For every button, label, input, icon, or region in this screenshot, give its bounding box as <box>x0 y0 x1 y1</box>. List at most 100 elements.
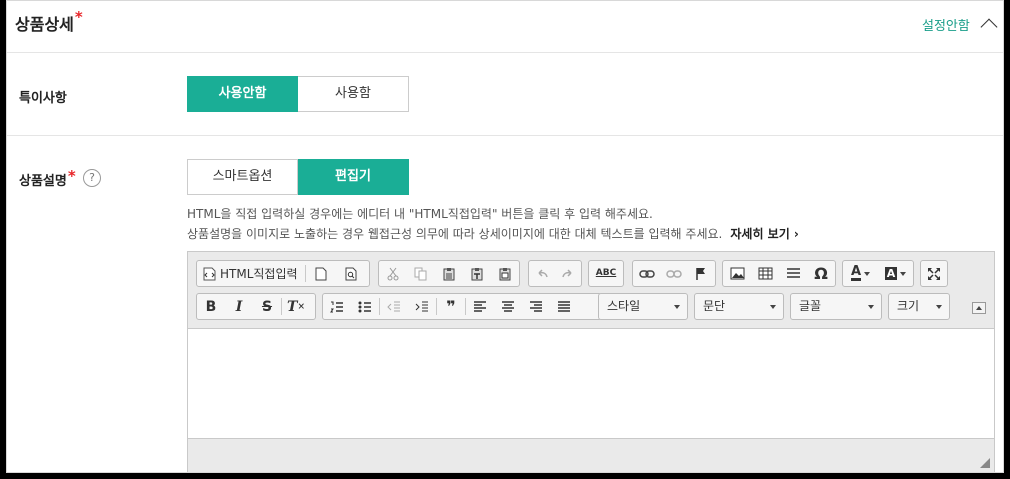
spellcheck-button[interactable]: ABC <box>589 261 623 286</box>
html-source-icon <box>203 267 216 280</box>
special-char-button[interactable]: Ω <box>807 261 835 286</box>
chevron-down-icon <box>770 305 776 309</box>
horizontal-line-button[interactable] <box>779 261 807 286</box>
italic-button[interactable]: I <box>225 294 253 319</box>
table-button[interactable] <box>751 261 779 286</box>
chevron-down-icon <box>674 305 680 309</box>
preview-button[interactable] <box>336 261 366 286</box>
special-notes-option-off[interactable]: 사용안함 <box>187 76 298 112</box>
spellcheck-icon: ABC <box>595 268 617 278</box>
paste-text-button[interactable] <box>463 261 491 286</box>
strikethrough-icon: S <box>261 298 273 315</box>
toolbar-group-basic-styles: B I S T × <box>196 293 316 320</box>
anchor-button[interactable] <box>688 261 715 286</box>
increase-indent-button[interactable] <box>408 294 436 319</box>
toolbar-group-spellcheck: ABC <box>588 260 624 287</box>
html-input-note: HTML을 직접 입력하실 경우에는 에디터 내 "HTML직접입력" 버튼을 … <box>187 207 653 221</box>
font-select-label: 글꼴 <box>799 299 822 313</box>
bold-button[interactable]: B <box>197 294 225 319</box>
font-select[interactable]: 글꼴 <box>790 293 882 320</box>
special-notes-option-on[interactable]: 사용함 <box>298 76 409 112</box>
new-page-button[interactable] <box>306 261 336 286</box>
style-select-label: 스타일 <box>607 299 641 313</box>
redo-button[interactable] <box>555 261 581 286</box>
justify-button[interactable] <box>550 294 578 319</box>
numbered-list-button[interactable] <box>323 294 351 319</box>
rich-text-editor: HTML직접입력 ABC Ω A A B I S T × ❞ 스타일 문단 글꼴… <box>187 251 995 472</box>
alt-text-note: 상품설명을 이미지로 노출하는 경우 웹접근성 의무에 따라 상세이미지에 대한… <box>187 225 799 242</box>
paste-word-button[interactable] <box>491 261 519 286</box>
link-button[interactable] <box>633 261 660 286</box>
table-icon <box>758 267 772 280</box>
collapse-toggle-link[interactable]: 설정안함 <box>922 15 970 34</box>
align-left-icon <box>474 300 486 312</box>
section-title: 상품상세* <box>15 8 83 35</box>
new-page-icon <box>315 267 327 280</box>
special-notes-toggle: 사용안함 사용함 <box>187 76 409 112</box>
undo-button[interactable] <box>529 261 555 286</box>
redo-icon <box>562 268 572 277</box>
align-center-button[interactable] <box>494 294 522 319</box>
section-header: 상품상세* 설정안함 <box>7 1 1003 53</box>
copy-button[interactable] <box>407 261 435 286</box>
toolbar-group-insert: Ω <box>722 260 836 287</box>
unlink-icon <box>666 269 682 278</box>
toolbar-group-view <box>920 260 948 287</box>
row-divider <box>7 135 1003 136</box>
blockquote-button[interactable]: ❞ <box>437 294 465 319</box>
justify-icon <box>558 300 570 312</box>
strikethrough-button[interactable]: S <box>253 294 281 319</box>
link-icon <box>638 269 655 278</box>
remove-format-icon: T <box>287 298 298 315</box>
horizontal-line-icon <box>786 268 800 278</box>
unlink-button[interactable] <box>660 261 687 286</box>
paragraph-select-label: 문단 <box>703 299 726 313</box>
more-details-link[interactable]: 자세히 보기 › <box>730 227 799 241</box>
maximize-icon <box>928 267 940 280</box>
increase-indent-icon <box>415 301 428 311</box>
collapse-toolbar-button[interactable] <box>972 302 986 314</box>
toolbar-group-history <box>528 260 582 287</box>
decrease-indent-button[interactable] <box>380 294 408 319</box>
decrease-indent-icon <box>387 301 400 311</box>
editor-tab[interactable]: 편집기 <box>298 159 409 195</box>
resize-grip-icon[interactable] <box>980 458 990 468</box>
paragraph-select[interactable]: 문단 <box>694 293 784 320</box>
smart-option-tab[interactable]: 스마트옵션 <box>187 159 298 195</box>
preview-icon <box>345 267 357 280</box>
anchor-flag-icon <box>696 267 706 280</box>
align-left-button[interactable] <box>466 294 494 319</box>
paste-text-icon <box>471 267 483 280</box>
html-source-button[interactable]: HTML직접입력 <box>197 261 305 286</box>
editor-content-area[interactable] <box>188 329 994 439</box>
chevron-down-icon <box>900 271 907 276</box>
paste-button[interactable] <box>435 261 463 286</box>
bulleted-list-button[interactable] <box>351 294 379 319</box>
toolbar-group-clipboard <box>378 260 520 287</box>
description-label: 상품설명* <box>19 167 76 189</box>
text-color-button[interactable]: A <box>843 261 878 286</box>
help-icon[interactable]: ? <box>83 169 101 187</box>
size-select[interactable]: 크기 <box>888 293 950 320</box>
bold-icon: B <box>205 298 217 315</box>
image-button[interactable] <box>723 261 751 286</box>
editor-statusbar <box>188 438 994 472</box>
remove-format-button[interactable]: T × <box>282 294 310 319</box>
maximize-button[interactable] <box>921 261 947 286</box>
align-right-button[interactable] <box>522 294 550 319</box>
description-mode-toggle: 스마트옵션 편집기 <box>187 159 409 195</box>
style-select[interactable]: 스타일 <box>598 293 688 320</box>
text-color-icon: A <box>850 264 862 281</box>
size-select-label: 크기 <box>897 299 920 313</box>
product-detail-panel: 상품상세* 설정안함 특이사항 사용안함 사용함 상품설명* ? 스마트옵션 편… <box>6 0 1004 473</box>
chevron-up-icon[interactable] <box>980 18 998 36</box>
cut-button[interactable] <box>379 261 407 286</box>
section-title-text: 상품상세 <box>15 15 74 34</box>
chevron-down-icon <box>864 271 871 276</box>
required-mark: * <box>74 8 83 26</box>
bulleted-list-icon <box>358 301 371 312</box>
special-notes-label: 특이사항 <box>19 91 67 106</box>
background-color-button[interactable]: A <box>878 261 913 286</box>
toolbar-group-document: HTML직접입력 <box>196 260 370 287</box>
align-right-icon <box>530 300 542 312</box>
